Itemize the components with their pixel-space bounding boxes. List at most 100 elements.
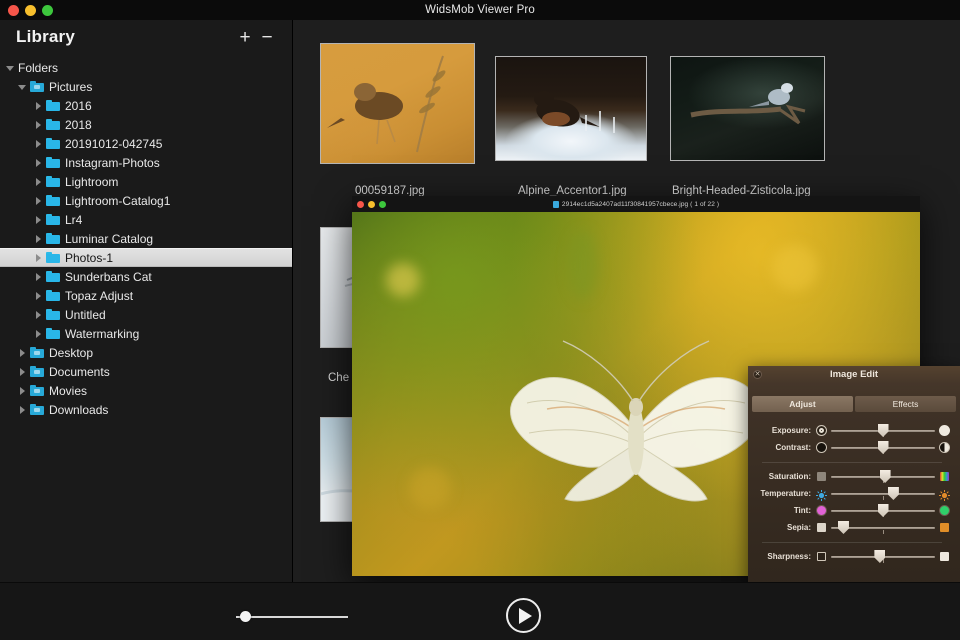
folder-glyph bbox=[34, 351, 40, 355]
tree-item-label: Photos-1 bbox=[65, 251, 113, 265]
tree-item-folders[interactable]: Folders bbox=[0, 58, 292, 77]
chevron-right-icon[interactable] bbox=[34, 196, 44, 206]
close-icon[interactable]: ✕ bbox=[753, 370, 762, 379]
thumbnail-item[interactable] bbox=[320, 43, 475, 164]
tree-item-instagram-photos[interactable]: Instagram-Photos bbox=[0, 153, 292, 172]
viewer-zoom-button[interactable] bbox=[379, 201, 386, 208]
tree-item-watermarking[interactable]: Watermarking bbox=[0, 324, 292, 343]
chevron-right-icon[interactable] bbox=[34, 120, 44, 130]
viewer-filename: 2914ec1d5a2407ad11f30841957cbece.jpg ( 1… bbox=[562, 201, 719, 208]
tree-item-downloads[interactable]: Downloads bbox=[0, 400, 292, 419]
chevron-right-icon[interactable] bbox=[18, 348, 28, 358]
library-header: Library + − bbox=[0, 20, 292, 54]
bokeh-decoration bbox=[568, 230, 598, 300]
thumbnail-image[interactable] bbox=[495, 56, 647, 161]
slider-track[interactable] bbox=[831, 505, 935, 516]
window-title: WidsMob Viewer Pro bbox=[425, 4, 535, 16]
folder-glyph bbox=[34, 389, 40, 393]
slider-track[interactable] bbox=[831, 522, 935, 533]
slider-track[interactable] bbox=[831, 551, 935, 562]
tree-item-20191012-042745[interactable]: 20191012-042745 bbox=[0, 134, 292, 153]
thumbnail-image[interactable] bbox=[320, 43, 475, 164]
slider-row-saturation: Saturation: bbox=[754, 468, 950, 485]
chevron-right-icon[interactable] bbox=[34, 272, 44, 282]
folder-icon bbox=[46, 119, 60, 130]
chevron-right-icon[interactable] bbox=[34, 215, 44, 225]
folder-icon bbox=[46, 309, 60, 320]
viewer-titlebar: 2914ec1d5a2407ad11f30841957cbece.jpg ( 1… bbox=[352, 196, 920, 212]
remove-folder-button[interactable]: − bbox=[256, 28, 278, 47]
tab-effects[interactable]: Effects bbox=[855, 396, 956, 412]
zoom-window-button[interactable] bbox=[42, 5, 53, 16]
thumbnail-image[interactable] bbox=[670, 56, 825, 161]
folder-glyph bbox=[34, 408, 40, 412]
folder-tree: FoldersPictures2016 2018 20191012-042745In… bbox=[0, 54, 292, 419]
tree-item-pictures[interactable]: Pictures bbox=[0, 77, 292, 96]
chevron-down-icon[interactable] bbox=[6, 63, 16, 73]
slider-label: Tint: bbox=[754, 506, 816, 515]
tree-item-movies[interactable]: Movies bbox=[0, 381, 292, 400]
tree-item-lr4[interactable]: Lr4 bbox=[0, 210, 292, 229]
slider-center-tick bbox=[883, 530, 884, 534]
chevron-right-icon[interactable] bbox=[18, 386, 28, 396]
chevron-right-icon[interactable] bbox=[34, 158, 44, 168]
sepia-off-icon bbox=[816, 522, 827, 533]
tree-item-sunderbans-cat[interactable]: Sunderbans Cat bbox=[0, 267, 292, 286]
slider-knob[interactable] bbox=[838, 521, 849, 534]
slider-track[interactable] bbox=[831, 425, 935, 436]
close-window-button[interactable] bbox=[8, 5, 19, 16]
add-folder-button[interactable]: + bbox=[234, 28, 256, 47]
bottom-toolbar bbox=[0, 582, 960, 640]
slider-knob[interactable] bbox=[878, 504, 889, 517]
divider bbox=[762, 462, 942, 463]
chevron-right-icon[interactable] bbox=[34, 329, 44, 339]
chevron-right-icon[interactable] bbox=[34, 101, 44, 111]
viewer-traffic-lights bbox=[357, 196, 386, 212]
thumbnail-item[interactable] bbox=[495, 56, 647, 161]
slideshow-play-button[interactable] bbox=[506, 598, 541, 633]
tree-item-untitled[interactable]: Untitled bbox=[0, 305, 292, 324]
chevron-down-icon[interactable] bbox=[18, 82, 28, 92]
chevron-right-icon[interactable] bbox=[34, 139, 44, 149]
chevron-right-icon[interactable] bbox=[18, 405, 28, 415]
slider-knob[interactable] bbox=[888, 487, 899, 500]
tree-item-photos-1[interactable]: Photos-1 bbox=[0, 248, 292, 267]
viewer-close-button[interactable] bbox=[357, 201, 364, 208]
tree-item-luminar-catalog[interactable]: Luminar Catalog bbox=[0, 229, 292, 248]
chevron-right-icon[interactable] bbox=[34, 177, 44, 187]
slider-knob[interactable] bbox=[878, 441, 889, 454]
slider-track[interactable] bbox=[831, 442, 935, 453]
chevron-right-icon[interactable] bbox=[34, 310, 44, 320]
chevron-right-icon[interactable] bbox=[34, 234, 44, 244]
tree-item-lightroom-catalog1[interactable]: Lightroom-Catalog1 bbox=[0, 191, 292, 210]
tree-item-2016[interactable]: 2016 bbox=[0, 96, 292, 115]
tree-item-desktop[interactable]: Desktop bbox=[0, 343, 292, 362]
tree-item-documents[interactable]: Documents bbox=[0, 362, 292, 381]
tree-item-2018[interactable]: 2018 bbox=[0, 115, 292, 134]
thumbnail-size-slider[interactable] bbox=[236, 615, 348, 618]
tree-item-topaz-adjust[interactable]: Topaz Adjust bbox=[0, 286, 292, 305]
folder-icon bbox=[46, 214, 60, 225]
slider-track[interactable] bbox=[831, 471, 935, 482]
thumbnail-item[interactable] bbox=[670, 56, 825, 161]
viewer-minimize-button[interactable] bbox=[368, 201, 375, 208]
window-titlebar: WidsMob Viewer Pro bbox=[0, 0, 960, 20]
minimize-window-button[interactable] bbox=[25, 5, 36, 16]
bokeh-decoration bbox=[386, 263, 420, 297]
tree-item-lightroom[interactable]: Lightroom bbox=[0, 172, 292, 191]
slider-label: Contrast: bbox=[754, 443, 816, 452]
chevron-right-icon[interactable] bbox=[18, 367, 28, 377]
chevron-right-icon[interactable] bbox=[34, 291, 44, 301]
slider-knob[interactable] bbox=[878, 424, 889, 437]
slider-row-tint: Tint: bbox=[754, 502, 950, 519]
tree-item-label: 2018 bbox=[65, 118, 92, 132]
bokeh-decoration bbox=[409, 467, 451, 509]
slider-knob[interactable] bbox=[880, 470, 891, 483]
chevron-right-icon[interactable] bbox=[34, 253, 44, 263]
folder-glyph bbox=[34, 85, 40, 89]
slider-track[interactable] bbox=[831, 488, 935, 499]
folder-icon bbox=[30, 366, 44, 377]
tab-adjust[interactable]: Adjust bbox=[752, 396, 853, 412]
slider-track bbox=[236, 616, 348, 618]
image-edit-tabs: AdjustEffects bbox=[752, 396, 956, 412]
